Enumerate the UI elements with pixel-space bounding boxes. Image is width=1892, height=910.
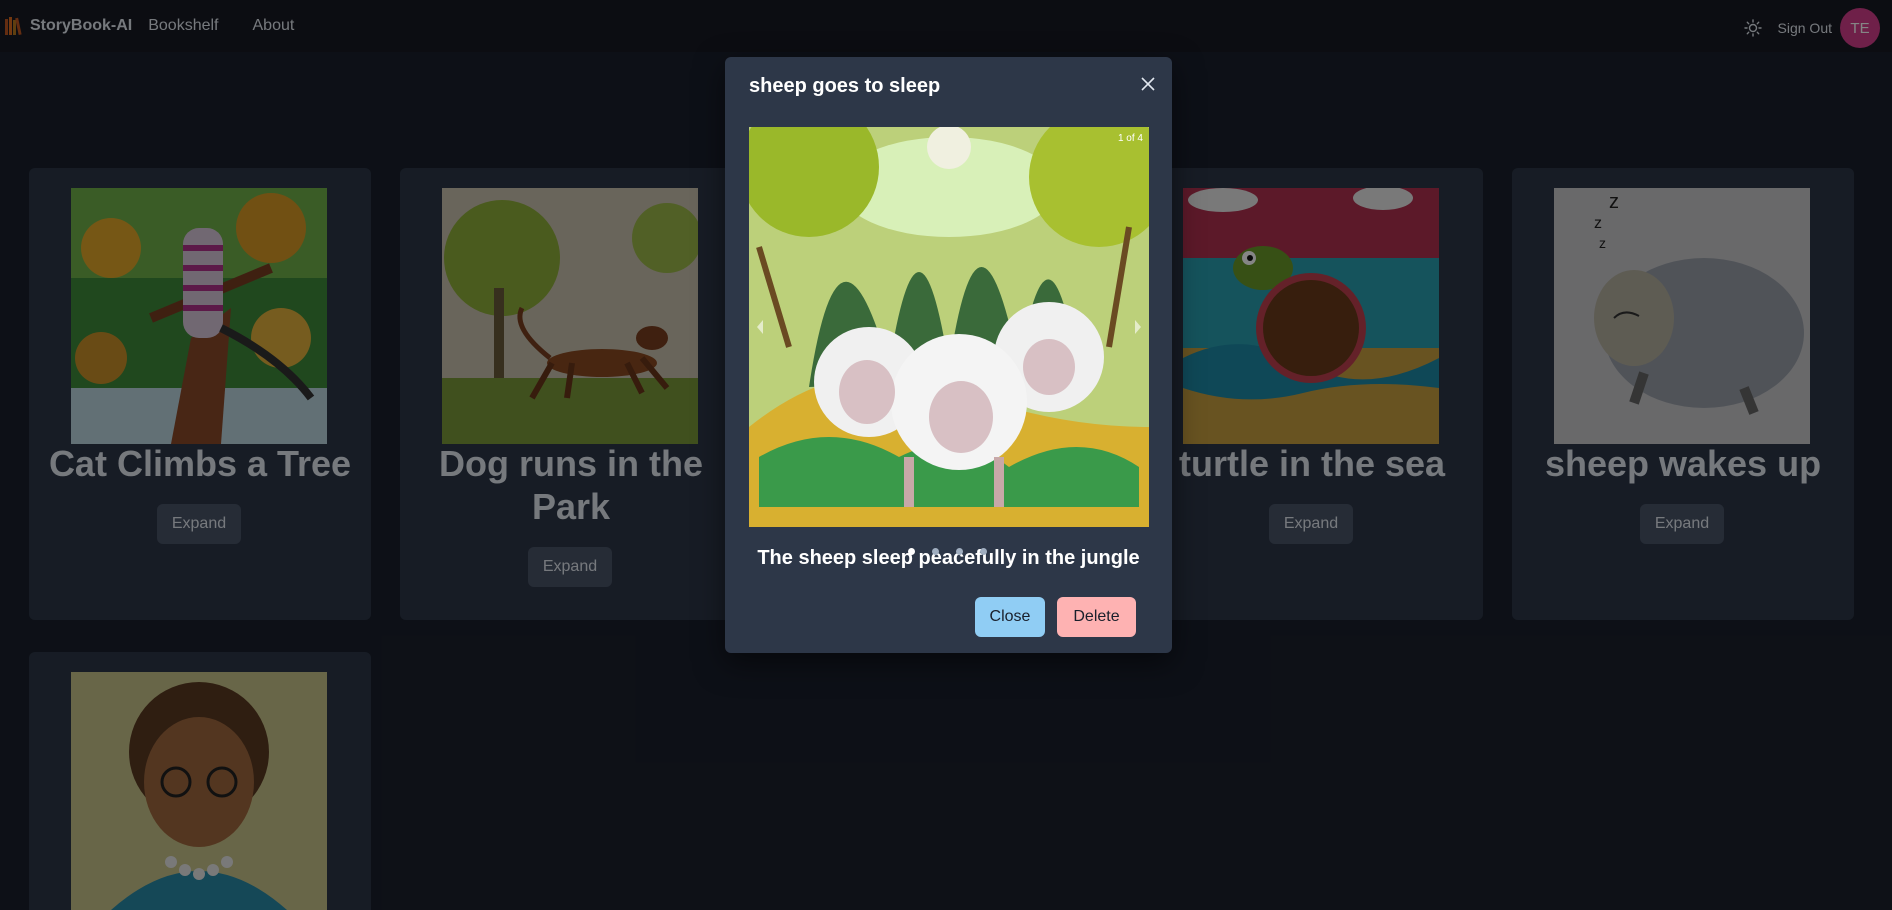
slide-counter: 1 of 4: [1117, 133, 1143, 144]
slide-dot[interactable]: [908, 548, 915, 555]
chevron-left-icon[interactable]: [753, 317, 767, 337]
modal-title: sheep goes to sleep: [749, 75, 941, 97]
close-button[interactable]: Close: [975, 597, 1045, 637]
story-modal: sheep goes to sleep 1 of 4 The sheep sle…: [725, 57, 1172, 653]
chevron-right-icon[interactable]: [1131, 317, 1145, 337]
delete-button[interactable]: Delete: [1057, 597, 1136, 637]
slide-indicators: [908, 548, 1004, 555]
close-icon[interactable]: [1135, 71, 1161, 97]
story-slideshow: 1 of 4: [749, 127, 1149, 527]
slide-dot[interactable]: [980, 548, 987, 555]
slide-dot[interactable]: [932, 548, 939, 555]
slide-dot[interactable]: [956, 548, 963, 555]
story-page-image: [749, 127, 1149, 527]
